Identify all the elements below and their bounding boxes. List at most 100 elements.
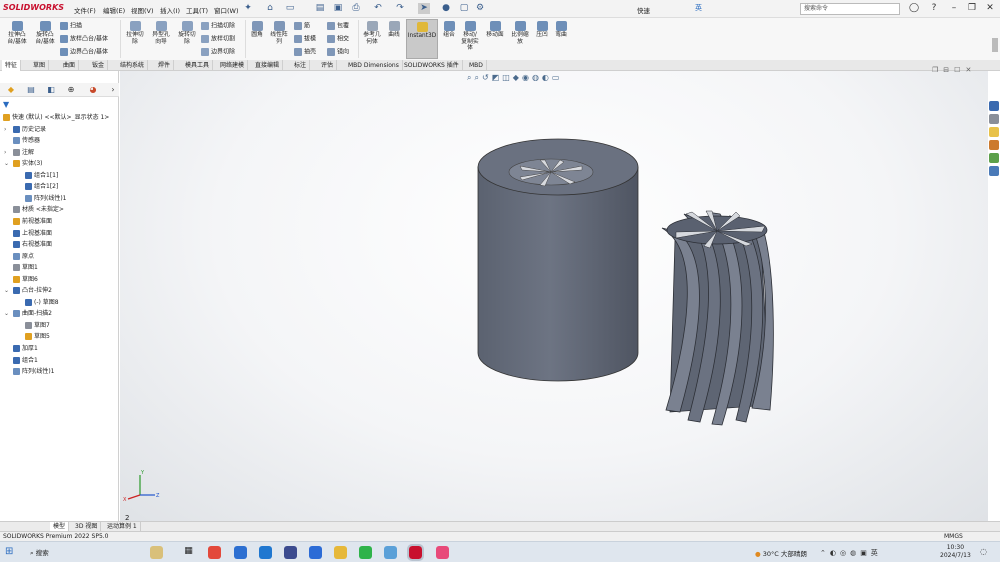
search-commands-input[interactable]: 搜索命令	[800, 3, 900, 15]
tree-expand-icon[interactable]: ›	[4, 149, 6, 156]
dimxpert-tab-icon[interactable]: ⊕	[64, 85, 78, 95]
windows-start-icon[interactable]: ⊞	[5, 546, 13, 557]
tab-mbd[interactable]: MBD	[466, 60, 487, 71]
tree-item[interactable]: 曲面-扫描2	[13, 310, 52, 318]
taskbar-clock[interactable]: 10:30 2024/7/13	[940, 544, 971, 560]
tree-item[interactable]: 凸台-拉伸2	[13, 287, 52, 295]
heads-up-view-toolbar[interactable]: ⌕⌕↺◩◫◆◉◍◐▭	[467, 73, 562, 83]
ime-indicator[interactable]: 英	[695, 3, 702, 13]
tab-mbd-dimensions[interactable]: MBD Dimensions	[345, 60, 403, 71]
apply-scene-icon[interactable]: ◐	[542, 73, 552, 82]
edit-appearance-icon[interactable]: ◍	[532, 73, 542, 82]
select-cursor-icon[interactable]: ➤	[418, 3, 430, 14]
app-icon-notes[interactable]	[384, 546, 397, 559]
tree-item[interactable]: 实体(3)	[13, 160, 43, 168]
tab-solidworks-addins[interactable]: SOLIDWORKS 插件	[401, 60, 463, 71]
tab-mesh-modeling[interactable]: 网络建模	[217, 60, 249, 71]
tree-item[interactable]: 注解	[13, 148, 34, 157]
wechat-icon[interactable]	[359, 546, 372, 559]
app-icon-shield[interactable]	[259, 546, 272, 559]
curves-button[interactable]: 曲线	[384, 21, 404, 39]
tree-item[interactable]: 草图7	[25, 321, 50, 330]
display-style-icon[interactable]: ◆	[513, 73, 522, 82]
rib-button[interactable]: 筋	[294, 22, 310, 30]
property-manager-tab-icon[interactable]: ▤	[24, 85, 38, 95]
combine-button[interactable]: 组合	[440, 21, 458, 39]
redo-icon[interactable]: ↷	[394, 3, 406, 14]
chrome-icon[interactable]	[208, 546, 221, 559]
menu-tools[interactable]: 工具(T)	[186, 5, 208, 15]
twisted-spline-part[interactable]	[661, 210, 774, 426]
previous-view-icon[interactable]: ↺	[482, 73, 492, 82]
tree-item[interactable]: 组合1[1]	[25, 171, 58, 180]
filter-icon[interactable]: ▼	[3, 100, 9, 109]
tab-sketch[interactable]: 草图	[30, 60, 50, 71]
viewport-restore-icon[interactable]: ❐	[932, 66, 943, 74]
boundary-boss-button[interactable]: 边界凸台/基体	[60, 48, 108, 56]
boundary-cut-button[interactable]: 边界切除	[201, 48, 235, 56]
cylinder-part[interactable]	[477, 138, 639, 382]
fillet-button[interactable]: 圆角	[247, 21, 267, 39]
tab-structure-system[interactable]: 结构系统	[117, 60, 149, 71]
hide-show-icon[interactable]: ◉	[522, 73, 532, 82]
tree-item[interactable]: 阵列(线性)1	[25, 194, 67, 203]
scale-button[interactable]: 比例缩 放	[508, 21, 532, 45]
unit-system[interactable]: MMGS	[944, 533, 963, 540]
tree-expand-icon[interactable]: ⌄	[4, 310, 9, 317]
wrap-button[interactable]: 包覆	[327, 22, 349, 30]
menu-window[interactable]: 窗口(W)	[214, 5, 239, 15]
tree-item[interactable]: 阵列(线性)1	[13, 368, 55, 376]
linear-pattern-button[interactable]: 线性阵 列	[267, 21, 291, 45]
home-icon[interactable]: ⌂	[264, 3, 276, 14]
tree-expand-icon[interactable]: ⌄	[4, 287, 9, 294]
viewport-maximize-icon[interactable]: ☐	[954, 66, 965, 74]
tab-evaluate[interactable]: 评估	[318, 60, 338, 71]
hole-wizard-button[interactable]: 异型孔 向导	[148, 21, 174, 45]
tree-item[interactable]: 草图6	[13, 275, 38, 284]
tree-item[interactable]: (-) 草图8	[25, 298, 59, 307]
tab-direct-editing[interactable]: 直接编辑	[252, 60, 284, 71]
loft-cut-button[interactable]: 放样切割	[201, 35, 235, 43]
help-icon[interactable]: ?	[928, 3, 940, 13]
menu-edit[interactable]: 编辑(E)	[103, 5, 125, 15]
rebuild-icon[interactable]: ▢	[458, 3, 470, 14]
weather-widget[interactable]: ● 30°C 大部晴朗	[755, 548, 807, 558]
task-view-icon[interactable]: ▦	[182, 546, 195, 559]
outlook-icon[interactable]	[309, 546, 322, 559]
extrude-boss-button[interactable]: 拉伸凸 台/基体	[3, 21, 31, 45]
taskbar-widget-icon[interactable]	[150, 546, 163, 559]
save-icon[interactable]: ▣	[332, 3, 344, 14]
print-icon[interactable]: ⎙	[350, 3, 362, 14]
display-manager-tab-icon[interactable]: ◕	[86, 85, 100, 95]
mirror-button[interactable]: 镜向	[327, 48, 349, 56]
tab-surfaces[interactable]: 曲面	[60, 60, 80, 71]
tree-item[interactable]: 组合1	[13, 356, 38, 365]
sweep-cut-button[interactable]: 扫描切除	[201, 22, 235, 30]
tree-expand-icon[interactable]: ⌄	[4, 160, 9, 167]
pin-icon[interactable]: ✦	[242, 3, 254, 14]
view-orientation-icon[interactable]: ◫	[502, 73, 513, 82]
taskbar-search[interactable]: ⌕ 搜索	[30, 547, 49, 558]
new-document-icon[interactable]: ▭	[284, 3, 296, 14]
tree-item[interactable]: 前视基准面	[13, 217, 52, 226]
notification-icon[interactable]: ◌	[980, 547, 987, 556]
tree-item[interactable]: 右视基准面	[13, 241, 52, 249]
revolve-cut-button[interactable]: 旋转切 除	[174, 21, 200, 45]
draft-button[interactable]: 拔模	[294, 35, 316, 43]
tree-expand-icon[interactable]: ›	[4, 126, 6, 133]
revolve-boss-button[interactable]: 旋转凸 台/基体	[31, 21, 59, 45]
tab-sheet-metal[interactable]: 钣金	[89, 60, 109, 71]
tree-item[interactable]: 草图1	[13, 264, 38, 272]
shell-button[interactable]: 抽壳	[294, 48, 316, 56]
user-icon[interactable]: ◯	[908, 3, 920, 13]
app-icon-blue[interactable]	[234, 546, 247, 559]
tree-item[interactable]: 加厚1	[13, 345, 38, 353]
extrude-cut-button[interactable]: 拉伸切 除	[122, 21, 148, 45]
open-folder-icon[interactable]: ▤	[314, 3, 326, 14]
tree-item[interactable]: 上视基准面	[13, 229, 52, 238]
tab-mold-tools[interactable]: 模具工具	[182, 60, 214, 71]
traffic-light-icon[interactable]: ●	[440, 3, 452, 14]
move-face-button[interactable]: 移动面	[483, 21, 507, 39]
loft-button[interactable]: 放样凸台/基体	[60, 35, 108, 43]
flex-button[interactable]: 弯曲	[552, 21, 570, 39]
